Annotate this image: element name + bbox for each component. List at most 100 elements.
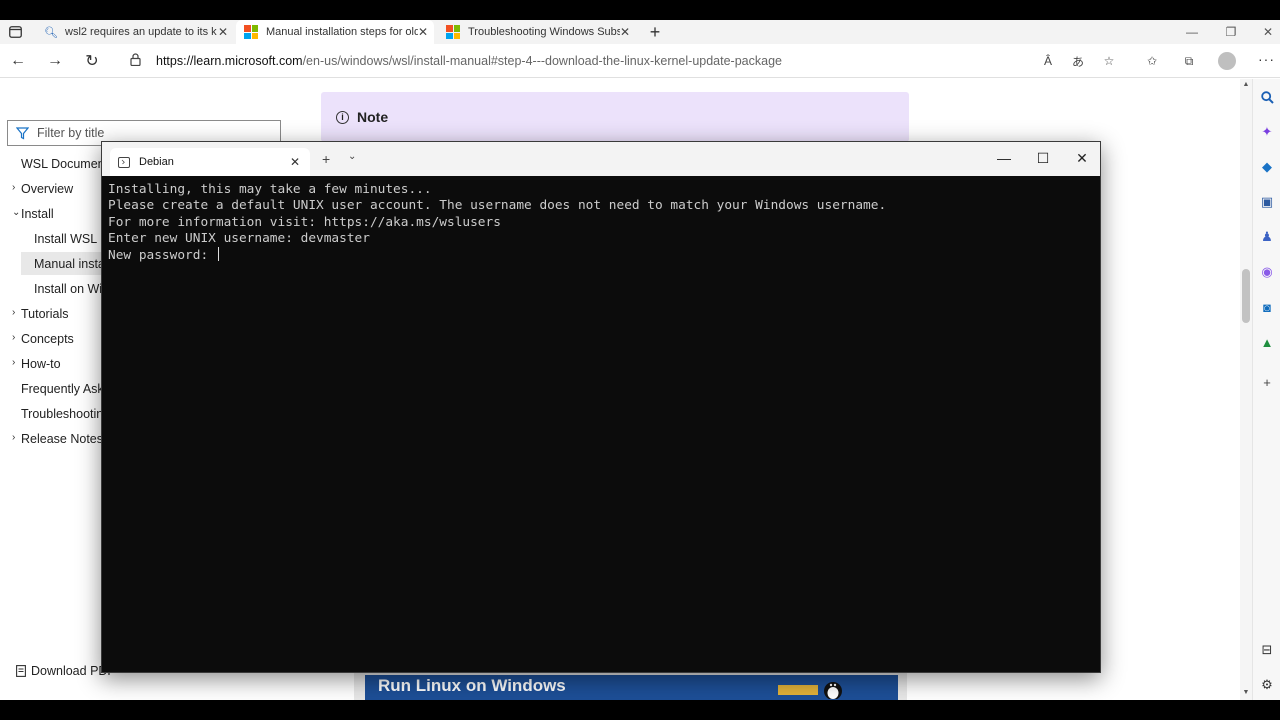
toc-label: Overview bbox=[21, 182, 74, 196]
tab-title: Manual installation steps for olde bbox=[266, 26, 418, 38]
terminal-line: Installing, this may take a few minutes.… bbox=[108, 182, 432, 197]
toc-item-install-wsl[interactable]: Install WSL bbox=[34, 232, 97, 246]
tab-manual-installation[interactable]: Manual installation steps for olde ✕ bbox=[236, 20, 434, 44]
top-black-bar bbox=[0, 0, 1280, 20]
read-aloud-icon[interactable]: Â bbox=[1038, 52, 1058, 70]
close-icon[interactable]: ✕ bbox=[218, 25, 228, 39]
terminal-title-bar: Debian ✕ + ⌄ — ☐ ✕ bbox=[102, 142, 1100, 176]
terminal-output[interactable]: Installing, this may take a few minutes.… bbox=[108, 182, 1088, 264]
browser-tab-strip: 🔍︎ wsl2 requires an update to its ke ✕ M… bbox=[0, 20, 1280, 44]
toc-item-manual-install[interactable]: Manual insta bbox=[34, 257, 105, 271]
back-icon[interactable]: ← bbox=[8, 51, 28, 71]
toc-item-release-notes[interactable]: › Release Notes bbox=[12, 432, 103, 446]
terminal-line: For more information visit: https://aka.… bbox=[108, 214, 501, 230]
terminal-tab-title: Debian bbox=[139, 156, 174, 168]
toc-item-faq[interactable]: Frequently Aske bbox=[21, 382, 111, 396]
toc-item-concepts[interactable]: › Concepts bbox=[12, 332, 74, 346]
chevron-right-icon: › bbox=[12, 307, 16, 318]
toc-item-install[interactable]: ⌄ Install bbox=[12, 207, 54, 221]
search-icon[interactable] bbox=[1260, 90, 1274, 104]
filter-placeholder: Filter by title bbox=[37, 126, 105, 140]
toc-label: Troubleshooting bbox=[21, 407, 111, 421]
chevron-down-icon[interactable]: ⌄ bbox=[348, 151, 356, 162]
scrollbar-thumb[interactable] bbox=[1242, 269, 1250, 323]
note-header: i Note bbox=[336, 109, 388, 125]
toc-item-troubleshooting[interactable]: Troubleshooting bbox=[21, 407, 110, 421]
shopping-icon[interactable]: ◆ bbox=[1260, 159, 1274, 174]
url-host: https://learn.microsoft.com bbox=[156, 54, 303, 68]
close-icon[interactable]: ✕ bbox=[418, 25, 428, 39]
address-bar[interactable]: https://learn.microsoft.com/en-us/window… bbox=[120, 48, 1130, 74]
close-window-icon[interactable]: ✕ bbox=[1258, 22, 1278, 42]
screen: 🔍︎ wsl2 requires an update to its ke ✕ M… bbox=[0, 0, 1280, 720]
favorites-icon[interactable]: ✩ bbox=[1142, 52, 1162, 70]
chevron-right-icon: › bbox=[12, 182, 16, 193]
toc-label: WSL Document bbox=[21, 157, 109, 171]
toc-label: Release Notes bbox=[21, 432, 103, 446]
close-window-icon[interactable]: ✕ bbox=[1072, 150, 1092, 167]
settings-icon[interactable]: ⚙ bbox=[1260, 677, 1274, 692]
note-title: Note bbox=[357, 109, 389, 125]
collections-icon[interactable]: ⧉ bbox=[1179, 52, 1199, 70]
new-terminal-tab-button[interactable]: + bbox=[322, 151, 330, 167]
minimize-icon[interactable]: — bbox=[994, 150, 1014, 166]
info-icon: i bbox=[336, 110, 349, 124]
pdf-icon bbox=[16, 665, 26, 677]
microsoft-logo-icon bbox=[244, 25, 258, 39]
toc-item-tutorials[interactable]: › Tutorials bbox=[12, 307, 69, 321]
more-icon[interactable]: ··· bbox=[1258, 51, 1275, 67]
tab-title: Troubleshooting Windows Subsys bbox=[468, 26, 620, 38]
bottom-black-bar bbox=[0, 700, 1280, 720]
microsoft-logo-icon bbox=[446, 25, 460, 39]
maximize-icon[interactable]: ☐ bbox=[1033, 150, 1053, 167]
page-scrollbar[interactable]: ▲ ▼ bbox=[1240, 79, 1252, 700]
toc-item-install-on-windows[interactable]: Install on Wi bbox=[34, 282, 102, 296]
toc-label: Tutorials bbox=[21, 307, 69, 321]
toc-item-overview[interactable]: › Overview bbox=[12, 182, 74, 196]
banner-text: Run Linux on Windows bbox=[378, 676, 566, 695]
restore-icon[interactable]: ❐ bbox=[1221, 22, 1241, 42]
tree-icon[interactable]: ▲ bbox=[1260, 335, 1274, 350]
terminal-window[interactable]: Debian ✕ + ⌄ — ☐ ✕ Installing, this may … bbox=[101, 141, 1101, 673]
terminal-line: Enter new UNIX username: devmaster bbox=[108, 230, 370, 246]
tab-troubleshooting[interactable]: Troubleshooting Windows Subsys ✕ bbox=[438, 20, 636, 44]
office-icon[interactable]: ◉ bbox=[1260, 264, 1274, 279]
profile-avatar[interactable] bbox=[1218, 52, 1236, 70]
favorite-add-icon[interactable]: ☆ bbox=[1099, 52, 1119, 70]
scroll-down-icon[interactable]: ▼ bbox=[1240, 689, 1252, 696]
terminal-line: Please create a default UNIX user accoun… bbox=[108, 198, 887, 214]
close-icon[interactable]: ✕ bbox=[290, 155, 300, 169]
toc-label: Concepts bbox=[21, 332, 74, 346]
text-cursor bbox=[217, 247, 219, 262]
tux-penguin-icon bbox=[778, 682, 842, 699]
toc-label: Install WSL bbox=[34, 232, 98, 246]
note-callout: i Note bbox=[321, 92, 909, 142]
scroll-up-icon[interactable]: ▲ bbox=[1240, 81, 1252, 88]
url-text: https://learn.microsoft.com/en-us/window… bbox=[156, 54, 782, 68]
copilot-icon[interactable]: ✦ bbox=[1260, 124, 1274, 139]
terminal-prompt-line: New password: bbox=[108, 247, 1088, 264]
forward-icon[interactable]: → bbox=[45, 51, 65, 71]
tab-wsl2-search[interactable]: 🔍︎ wsl2 requires an update to its ke ✕ bbox=[36, 20, 234, 44]
toc-item-how-to[interactable]: › How-to bbox=[12, 357, 61, 371]
toc-label: How-to bbox=[21, 357, 61, 371]
tab-actions-icon[interactable] bbox=[4, 23, 26, 41]
terminal-line: New password: bbox=[108, 248, 216, 264]
minimize-icon[interactable]: — bbox=[1182, 22, 1202, 42]
translate-icon[interactable]: あ bbox=[1068, 52, 1088, 70]
add-icon[interactable]: + bbox=[1260, 375, 1274, 390]
toc-label: Install on Wi bbox=[34, 282, 103, 296]
refresh-icon[interactable]: ↻ bbox=[82, 51, 102, 71]
new-tab-button[interactable]: + bbox=[645, 22, 665, 42]
terminal-tab-debian[interactable]: Debian ✕ bbox=[110, 148, 310, 176]
games-icon[interactable]: ♟ bbox=[1260, 229, 1274, 244]
chevron-right-icon: › bbox=[12, 332, 16, 343]
edge-sidebar: ✦ ◆ ▣ ♟ ◉ ◙ ▲ + ⊟ ⚙ bbox=[1252, 79, 1280, 700]
toc-item-wsl-documentation[interactable]: WSL Document bbox=[21, 157, 108, 171]
split-screen-icon[interactable]: ⊟ bbox=[1260, 642, 1274, 657]
chevron-down-icon: ⌄ bbox=[12, 207, 21, 218]
close-icon[interactable]: ✕ bbox=[620, 25, 630, 39]
filter-icon bbox=[16, 126, 29, 139]
outlook-icon[interactable]: ◙ bbox=[1260, 300, 1274, 315]
tools-icon[interactable]: ▣ bbox=[1260, 194, 1274, 209]
